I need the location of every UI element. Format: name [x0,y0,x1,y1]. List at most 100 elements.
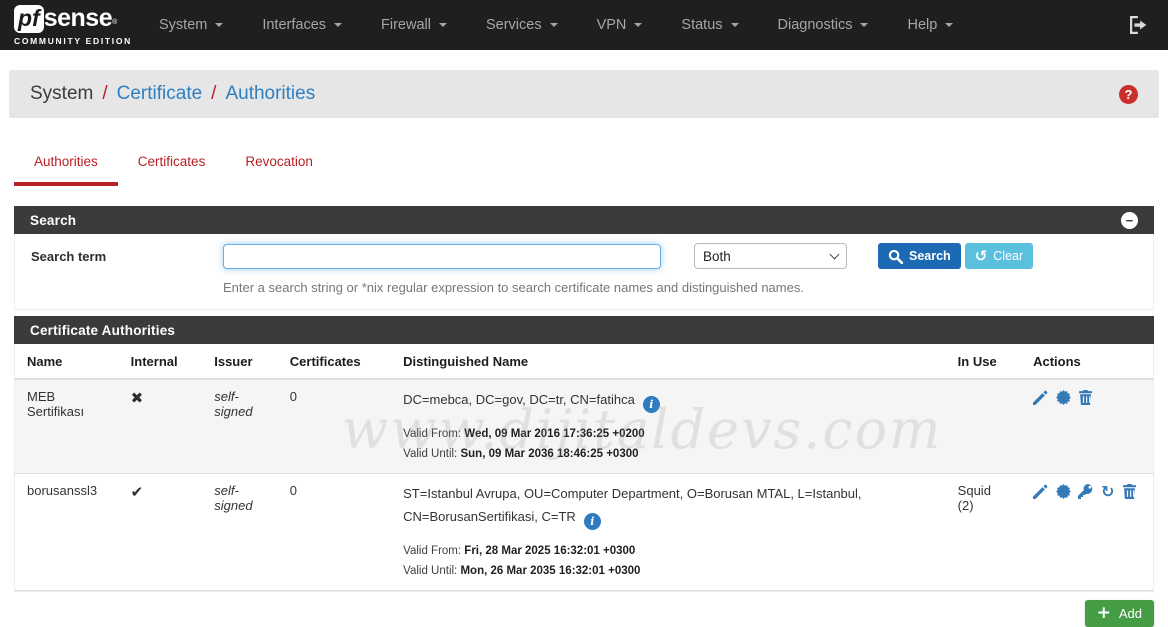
col-actions: Actions [1021,344,1153,379]
valid-from-label: Valid From: [403,428,461,440]
valid-until-label: Valid Until: [403,565,457,577]
valid-from-label: Valid From: [403,545,461,557]
search-button[interactable]: Search [878,243,961,269]
ca-in-use: Squid (2) [946,474,1021,591]
info-icon[interactable]: i [643,396,660,413]
ca-panel-title: Certificate Authorities [30,323,175,338]
col-certificates: Certificates [278,344,391,379]
ca-issuer: self-signed [202,379,278,474]
ca-table-row: borusanssl3 ✔ self-signed 0 ST=Istanbul … [15,474,1153,591]
caret-down-icon [439,23,447,27]
valid-until-date: Sun, 09 Mar 2036 18:46:25 +0300 [460,448,638,460]
breadcrumb-separator: / [102,83,107,105]
check-mark-icon: ✔ [131,483,144,501]
ca-cert-count: 0 [278,474,391,591]
valid-until-date: Mon, 26 Mar 2035 16:32:01 +0300 [460,565,640,577]
col-internal: Internal [119,344,203,379]
ca-name: MEB Sertifikası [15,379,119,474]
add-button[interactable]: + Add [1085,600,1154,627]
ca-cert-count: 0 [278,379,391,474]
col-issuer: Issuer [202,344,278,379]
menu-diagnostics[interactable]: Diagnostics [765,0,882,50]
menu-firewall[interactable]: Firewall [368,0,460,50]
ca-table-header-row: Name Internal Issuer Certificates Distin… [15,344,1153,379]
ca-in-use [946,379,1021,474]
ca-table: Name Internal Issuer Certificates Distin… [15,344,1153,591]
caret-down-icon [945,23,953,27]
top-navbar: pfsense® COMMUNITY EDITION System Interf… [0,0,1168,50]
search-panel-body: Search term Both Search ↺ Clear Enter a … [14,234,1154,310]
search-scope-select[interactable]: Both [694,243,847,269]
plus-icon: + [1097,605,1111,622]
col-name: Name [15,344,119,379]
export-ca-icon[interactable] [1056,484,1071,499]
clear-button[interactable]: ↺ Clear [965,243,1033,269]
menu-services[interactable]: Services [473,0,571,50]
search-panel-header: Search − [14,206,1154,234]
search-hint-text: Enter a search string or *nix regular ex… [223,269,1137,307]
delete-icon[interactable] [1122,484,1137,499]
add-row: + Add [14,600,1154,627]
undo-icon: ↺ [975,249,988,264]
ca-distinguished-name: DC=mebca, DC=gov, DC=tr, CN=fatihca [403,392,635,407]
caret-down-icon [860,23,868,27]
breadcrumb-separator: / [211,83,216,105]
menu-status[interactable]: Status [668,0,751,50]
valid-from-date: Wed, 09 Mar 2016 17:36:25 +0200 [464,428,644,440]
caret-down-icon [334,23,342,27]
collapse-panel-icon[interactable]: − [1121,212,1138,229]
search-panel-title: Search [30,213,76,228]
ca-issuer: self-signed [202,474,278,591]
ca-validity: Valid From: Fri, 28 Mar 2025 16:32:01 +0… [403,542,934,581]
valid-from-date: Fri, 28 Mar 2025 16:32:01 +0300 [464,545,635,557]
breadcrumb: System / Certificate / Authorities ? [9,70,1159,118]
edit-icon[interactable] [1033,390,1048,405]
export-ca-icon[interactable] [1056,390,1071,405]
search-scope-select-wrap: Both [694,243,847,269]
ca-panel-header: Certificate Authorities [14,316,1154,344]
search-term-label: Search term [31,249,223,264]
menu-vpn[interactable]: VPN [584,0,656,50]
pfsense-logo[interactable]: pfsense® COMMUNITY EDITION [14,5,132,46]
export-key-icon[interactable] [1078,484,1093,499]
col-distinguished-name: Distinguished Name [391,344,946,379]
menu-system[interactable]: System [146,0,236,50]
sign-out-icon[interactable] [1130,16,1148,34]
menu-interfaces[interactable]: Interfaces [249,0,355,50]
x-mark-icon: ✖ [131,389,144,407]
valid-until-label: Valid Until: [403,448,457,460]
search-icon [888,249,903,264]
ca-panel-body: Name Internal Issuer Certificates Distin… [14,344,1154,592]
help-icon[interactable]: ? [1119,85,1138,104]
search-input[interactable] [223,244,661,269]
pfsense-logo-sense: sense [44,5,112,32]
pfsense-logo-wordmark: pfsense® [14,5,132,33]
search-panel: Search − Search term Both Search ↺ Clear… [14,206,1154,310]
edit-icon[interactable] [1033,484,1048,499]
caret-down-icon [731,23,739,27]
menu-help[interactable]: Help [894,0,966,50]
info-icon[interactable]: i [584,513,601,530]
page-tabs: Authorities Certificates Revocation [14,146,1154,186]
col-in-use: In Use [946,344,1021,379]
certificate-authorities-panel: Certificate Authorities Name Internal Is… [14,316,1154,592]
breadcrumb-link-certificate[interactable]: Certificate [117,83,203,105]
pfsense-logo-pf: pf [14,5,44,33]
tab-authorities[interactable]: Authorities [14,146,118,186]
caret-down-icon [634,23,642,27]
breadcrumb-section: System [30,83,93,105]
ca-distinguished-name: ST=Istanbul Avrupa, OU=Computer Departme… [403,486,861,524]
caret-down-icon [215,23,223,27]
main-menu: System Interfaces Firewall Services VPN … [146,0,1130,50]
renew-icon[interactable]: ↻ [1101,484,1114,500]
breadcrumb-link-authorities[interactable]: Authorities [225,83,315,105]
ca-validity: Valid From: Wed, 09 Mar 2016 17:36:25 +0… [403,425,934,464]
ca-name: borusanssl3 [15,474,119,591]
delete-icon[interactable] [1078,390,1093,405]
registered-mark: ® [112,19,117,26]
tab-certificates[interactable]: Certificates [118,146,226,186]
caret-down-icon [550,23,558,27]
ca-table-row: MEB Sertifikası ✖ self-signed 0 DC=mebca… [15,379,1153,474]
tab-revocation[interactable]: Revocation [225,146,333,186]
community-edition-label: COMMUNITY EDITION [14,36,132,46]
